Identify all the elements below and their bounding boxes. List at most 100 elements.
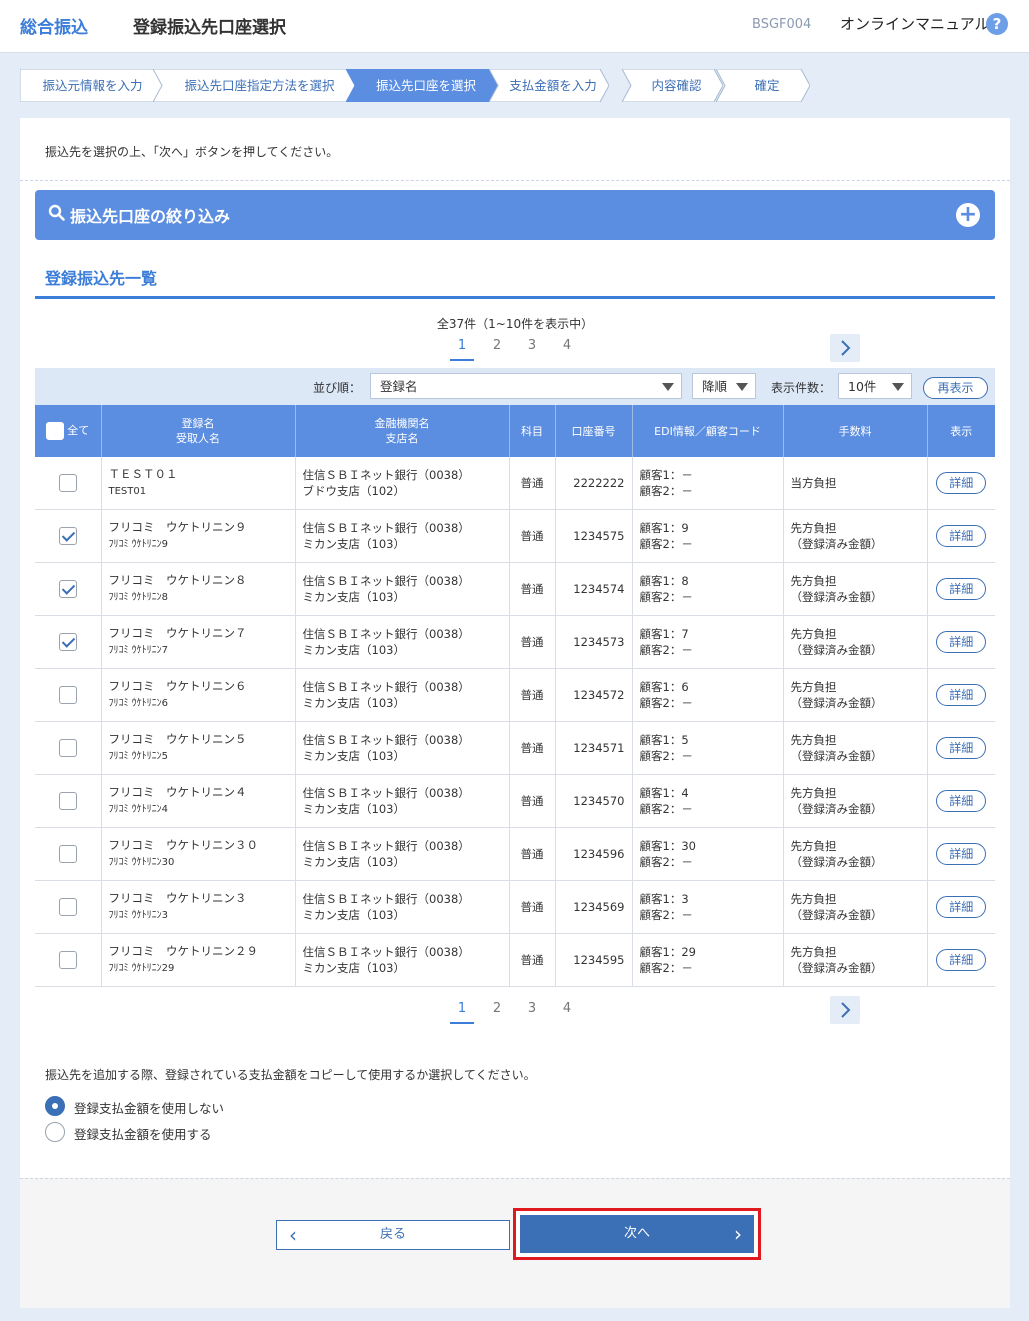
select-cell[interactable] [35, 615, 102, 669]
sort-direction-select[interactable]: 降順 [692, 373, 756, 399]
bank-name: 住信ＳＢＩネット銀行（0038） [302, 468, 470, 482]
row-checkbox[interactable] [58, 580, 77, 598]
customer-code-cell: 顧客1：3 顧客2：－ [632, 880, 784, 934]
select-cell[interactable] [35, 562, 102, 616]
next-button[interactable]: 次へ › [520, 1215, 754, 1253]
row-checkbox[interactable] [58, 527, 77, 545]
detail-button[interactable]: 詳細 [936, 631, 987, 653]
customer-code-2: 顧客2：－ [639, 643, 693, 657]
detail-button[interactable]: 詳細 [936, 525, 987, 547]
fee-payer: 先方負担 [790, 892, 837, 906]
step-4: 支払金額を入力 [489, 69, 609, 102]
name-cell: フリコミ ウケトリニン９ ﾌﾘｺﾐ ｳｹﾄﾘﾆﾝ9 [101, 509, 296, 563]
next-page-button-top[interactable] [830, 334, 860, 362]
account-number: 1234571 [555, 721, 633, 775]
detail-button[interactable]: 詳細 [936, 896, 987, 918]
page-link-1[interactable]: 1 [450, 1001, 474, 1024]
select-cell[interactable] [35, 668, 102, 722]
app-title[interactable]: 総合振込 [20, 13, 88, 38]
select-all-checkbox[interactable] [46, 422, 65, 440]
select-cell[interactable] [35, 457, 102, 510]
payee-kana: ﾌﾘｺﾐ ｳｹﾄﾘﾆﾝ7 [108, 645, 169, 656]
customer-code-cell: 顧客1：6 顧客2：－ [632, 668, 784, 722]
select-cell[interactable] [35, 880, 102, 934]
filter-accordion[interactable]: 振込先口座の絞り込み + [35, 190, 995, 240]
branch-name: ミカン支店（103） [302, 961, 405, 975]
account-number: 1234573 [555, 615, 633, 669]
select-cell[interactable] [35, 721, 102, 775]
detail-cell: 詳細 [927, 668, 995, 722]
fee-cell: 先方負担 （登録済み金額） [783, 562, 928, 616]
detail-button[interactable]: 詳細 [936, 737, 987, 759]
page-link-3[interactable]: 3 [520, 338, 544, 353]
account-type: 普通 [509, 509, 556, 563]
list-title: 登録振込先一覧 [45, 269, 158, 288]
back-button[interactable]: ‹ 戻る [276, 1220, 510, 1250]
page-link-2[interactable]: 2 [485, 1001, 509, 1016]
detail-cell: 詳細 [927, 509, 995, 563]
sort-order-select[interactable]: 登録名 [370, 373, 682, 399]
select-cell[interactable] [35, 933, 102, 987]
help-icon[interactable]: ? [986, 13, 1008, 35]
plus-icon[interactable]: + [956, 203, 980, 227]
radio-button[interactable] [45, 1096, 65, 1116]
fee-payer: 先方負担 [790, 680, 837, 694]
bank-cell: 住信ＳＢＩネット銀行（0038） ミカン支店（103） [295, 774, 510, 828]
header-select-all[interactable]: 全て [35, 405, 102, 457]
detail-button[interactable]: 詳細 [936, 578, 987, 600]
customer-code-1: 顧客1：－ [639, 468, 693, 482]
table-header-row: 全て 登録名 受取人名 金融機関名 支店名 科目 口座番号 EDI情報／顧客コード … [35, 405, 995, 457]
bank-cell: 住信ＳＢＩネット銀行（0038） ミカン支店（103） [295, 880, 510, 934]
customer-code-cell: 顧客1：29 顧客2：－ [632, 933, 784, 987]
row-checkbox[interactable] [58, 633, 77, 651]
page-link-1[interactable]: 1 [450, 338, 474, 361]
display-count-select[interactable]: 10件 [838, 373, 912, 399]
filter-title: 振込先口座の絞り込み [70, 207, 231, 226]
customer-code-2: 顧客2：－ [639, 908, 693, 922]
row-checkbox[interactable] [58, 474, 77, 492]
account-type: 普通 [509, 827, 556, 881]
detail-button[interactable]: 詳細 [936, 843, 987, 865]
row-checkbox[interactable] [58, 845, 77, 863]
page-link-4[interactable]: 4 [555, 1001, 579, 1016]
row-checkbox[interactable] [58, 792, 77, 810]
branch-name: ミカン支店（103） [302, 643, 405, 657]
customer-code-2: 顧客2：－ [639, 802, 693, 816]
detail-button[interactable]: 詳細 [936, 472, 987, 494]
select-cell[interactable] [35, 827, 102, 881]
row-checkbox[interactable] [58, 951, 77, 969]
detail-button[interactable]: 詳細 [936, 949, 987, 971]
customer-code-2: 顧客2：－ [639, 749, 693, 763]
online-manual-link[interactable]: オンラインマニュアル [840, 13, 990, 34]
row-checkbox[interactable] [58, 898, 77, 916]
branch-name: ミカン支店（103） [302, 908, 405, 922]
page-link-2[interactable]: 2 [485, 338, 509, 353]
row-checkbox[interactable] [58, 739, 77, 757]
step-label: 内容確認 [651, 78, 702, 93]
chevron-right-icon [841, 1002, 851, 1018]
select-cell[interactable] [35, 509, 102, 563]
customer-code-cell: 顧客1：30 顧客2：－ [632, 827, 784, 881]
redisplay-button[interactable]: 再表示 [923, 377, 988, 399]
next-page-button-bottom[interactable] [830, 996, 860, 1024]
page-link-4[interactable]: 4 [555, 338, 579, 353]
fee-note: （登録済み金額） [790, 908, 883, 922]
instruction-text: 振込先を選択の上、「次へ」ボタンを押してください。 [45, 145, 339, 159]
detail-button[interactable]: 詳細 [936, 790, 987, 812]
name-cell: フリコミ ウケトリニン６ ﾌﾘｺﾐ ｳｹﾄﾘﾆﾝ6 [101, 668, 296, 722]
bank-cell: 住信ＳＢＩネット銀行（0038） ミカン支店（103） [295, 562, 510, 616]
fee-cell: 先方負担 （登録済み金額） [783, 933, 928, 987]
radio-button[interactable] [45, 1122, 65, 1142]
customer-code-cell: 顧客1：8 顧客2：－ [632, 562, 784, 616]
detail-cell: 詳細 [927, 827, 995, 881]
row-checkbox[interactable] [58, 686, 77, 704]
page-link-3[interactable]: 3 [520, 1001, 544, 1016]
detail-button[interactable]: 詳細 [936, 684, 987, 706]
detail-cell: 詳細 [927, 457, 995, 510]
payee-name: フリコミ ウケトリニン２９ [108, 944, 259, 958]
fee-payer: 先方負担 [790, 839, 837, 853]
select-cell[interactable] [35, 774, 102, 828]
branch-name: ミカン支店（103） [302, 802, 405, 816]
payee-name: フリコミ ウケトリニン７ [108, 626, 247, 640]
bank-name: 住信ＳＢＩネット銀行（0038） [302, 839, 470, 853]
